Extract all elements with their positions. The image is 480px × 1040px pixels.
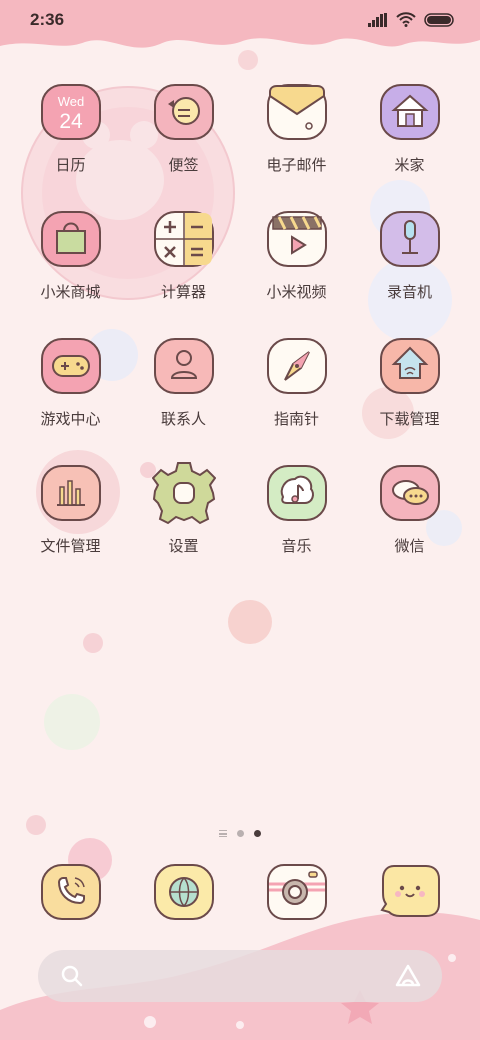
file-manager-icon — [39, 461, 103, 525]
app-label: 音乐 — [281, 537, 312, 555]
voice-assistant-icon[interactable] — [394, 963, 422, 989]
app-grid: Wed 24 日历 便签 电子邮件 米家 小米商城 计算器 小米视频 录音机 游… — [14, 80, 466, 556]
app-label: 指南针 — [273, 410, 319, 428]
wifi-icon — [396, 12, 416, 27]
calendar-icon: Wed 24 — [39, 80, 103, 144]
app-calendar[interactable]: Wed 24 日历 — [14, 80, 127, 175]
app-calculator[interactable]: 计算器 — [127, 207, 240, 302]
calculator-icon — [152, 207, 216, 271]
app-label: 便签 — [168, 156, 199, 174]
app-label: 米家 — [394, 156, 425, 174]
shopping-bag-icon — [39, 207, 103, 271]
search-icon[interactable] — [60, 964, 84, 988]
app-game-center[interactable]: 游戏中心 — [14, 334, 127, 429]
gamepad-icon — [39, 334, 103, 398]
browser-icon — [152, 860, 216, 924]
app-video[interactable]: 小米视频 — [240, 207, 353, 302]
app-downloads[interactable]: 下载管理 — [353, 334, 466, 429]
dock — [14, 860, 466, 924]
app-label: 游戏中心 — [40, 410, 101, 428]
phone-icon — [39, 860, 103, 924]
app-notes[interactable]: 便签 — [127, 80, 240, 175]
wechat-icon — [378, 461, 442, 525]
app-mi-store[interactable]: 小米商城 — [14, 207, 127, 302]
page-indicator-menu[interactable] — [219, 830, 227, 837]
app-file-manager[interactable]: 文件管理 — [14, 461, 127, 556]
app-label: 微信 — [394, 537, 425, 555]
app-label: 小米商城 — [40, 283, 101, 301]
page-indicator — [0, 830, 480, 837]
search-bar[interactable] — [38, 950, 442, 1002]
app-label: 下载管理 — [379, 410, 440, 428]
calendar-day: 24 — [59, 110, 83, 133]
calendar-weekday: Wed — [57, 94, 84, 109]
dock-camera[interactable] — [240, 860, 353, 924]
app-label: 联系人 — [160, 410, 206, 428]
camera-icon — [265, 860, 329, 924]
app-email[interactable]: 电子邮件 — [240, 80, 353, 175]
app-compass[interactable]: 指南针 — [240, 334, 353, 429]
signal-icon — [368, 12, 387, 27]
dock-browser[interactable] — [127, 860, 240, 924]
app-mi-home[interactable]: 米家 — [353, 80, 466, 175]
contacts-icon — [152, 334, 216, 398]
dock-phone[interactable] — [14, 860, 127, 924]
app-music[interactable]: 音乐 — [240, 461, 353, 556]
status-bar: 2:36 — [0, 0, 480, 44]
app-label: 设置 — [168, 537, 199, 555]
compass-icon — [265, 334, 329, 398]
app-contacts[interactable]: 联系人 — [127, 334, 240, 429]
download-icon — [378, 334, 442, 398]
music-icon — [265, 461, 329, 525]
app-recorder[interactable]: 录音机 — [353, 207, 466, 302]
app-label: 电子邮件 — [266, 156, 327, 174]
app-label: 小米视频 — [266, 283, 327, 301]
settings-icon — [151, 461, 216, 525]
mi-home-icon — [378, 80, 442, 144]
battery-icon — [424, 12, 454, 27]
microphone-icon — [378, 207, 442, 271]
app-wechat[interactable]: 微信 — [353, 461, 466, 556]
notes-icon — [152, 80, 216, 144]
app-label: 日历 — [55, 156, 86, 174]
dock-messages[interactable] — [353, 860, 466, 924]
email-icon — [265, 80, 329, 144]
app-settings[interactable]: 设置 — [127, 461, 240, 556]
page-dot[interactable] — [237, 830, 244, 837]
video-icon — [265, 207, 329, 271]
status-time: 2:36 — [30, 10, 65, 29]
page-dot-current[interactable] — [254, 830, 261, 837]
app-label: 计算器 — [160, 283, 206, 301]
messages-icon — [378, 860, 442, 924]
app-label: 录音机 — [386, 283, 432, 301]
app-label: 文件管理 — [40, 537, 101, 555]
